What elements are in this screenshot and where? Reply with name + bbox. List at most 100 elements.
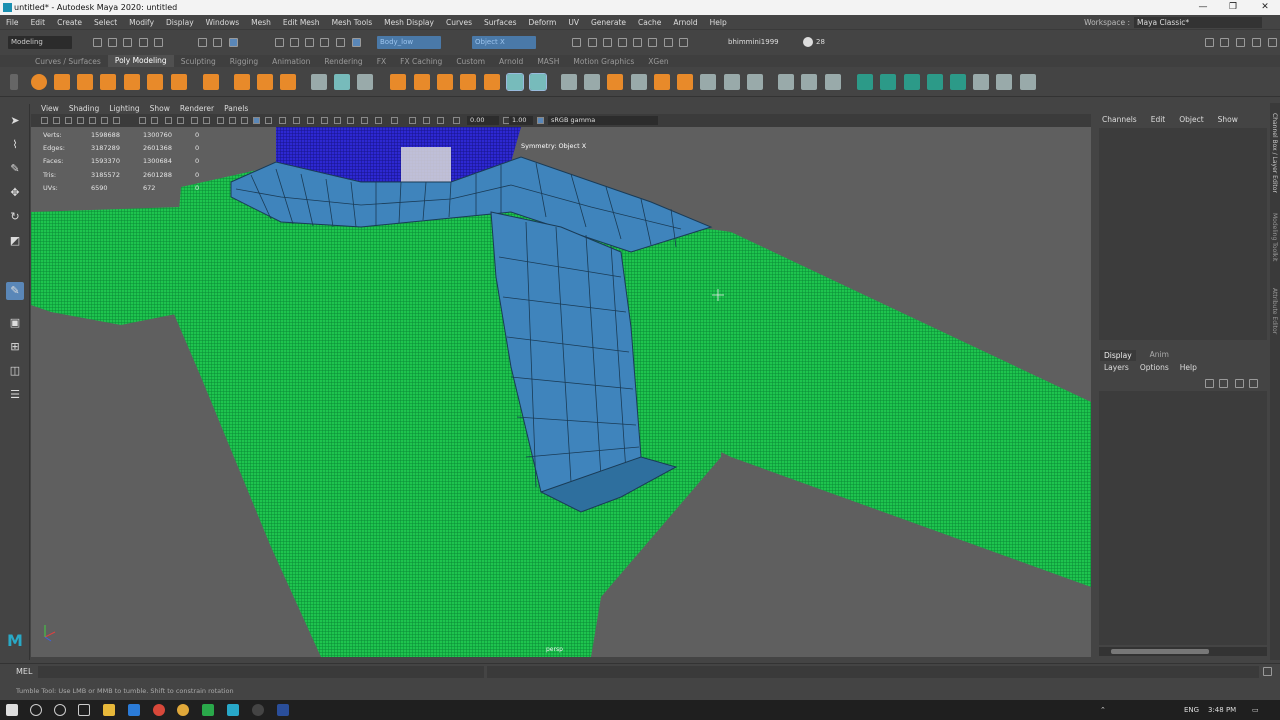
shelf-tab-fx[interactable]: FX	[370, 57, 393, 66]
symmetry-icon[interactable]	[352, 38, 361, 47]
ipr-render-icon[interactable]	[603, 38, 612, 47]
sym-uv-icon[interactable]	[1020, 74, 1036, 90]
shelf-menu-icon[interactable]	[10, 74, 18, 90]
vp-menu-view[interactable]: View	[37, 104, 63, 113]
select-component-icon[interactable]	[229, 38, 238, 47]
shelf-tab-xgen[interactable]: XGen	[641, 57, 675, 66]
menu-cache[interactable]: Cache	[632, 18, 667, 27]
vp-menu-show[interactable]: Show	[146, 104, 174, 113]
menu-arnold[interactable]: Arnold	[667, 18, 703, 27]
menu-uv[interactable]: UV	[562, 18, 585, 27]
close-button[interactable]: ✕	[1252, 0, 1278, 15]
scale-tool-icon[interactable]: ◩	[6, 232, 24, 250]
gate-mask-icon[interactable]	[165, 117, 172, 124]
combine-icon[interactable]	[311, 74, 327, 90]
command-input[interactable]	[38, 666, 484, 678]
poly-disc-icon[interactable]	[171, 74, 187, 90]
layout-four-icon[interactable]: ⊞	[6, 338, 24, 356]
separate-icon[interactable]	[334, 74, 350, 90]
photoshop-icon[interactable]	[277, 704, 289, 716]
file-explorer-icon[interactable]	[103, 704, 115, 716]
layer-menu-options[interactable]: Options	[1140, 363, 1169, 372]
motion-blur-icon[interactable]	[334, 117, 341, 124]
cb-menu-channels[interactable]: Channels	[1102, 115, 1151, 124]
menu-mesh-display[interactable]: Mesh Display	[378, 18, 440, 27]
planar-uv-icon[interactable]	[801, 74, 817, 90]
menu-modify[interactable]: Modify	[123, 18, 160, 27]
unfold-icon[interactable]	[904, 74, 920, 90]
bevel-icon[interactable]	[460, 74, 476, 90]
textured-icon[interactable]	[279, 117, 286, 124]
shelf-tab-mash[interactable]: MASH	[530, 57, 566, 66]
smooth-icon[interactable]	[357, 74, 373, 90]
safe-title-icon[interactable]	[203, 117, 210, 124]
smooth-shade-icon[interactable]	[229, 117, 236, 124]
vtab-attribute-editor[interactable]: Attribute Editor	[1271, 288, 1278, 334]
camera-attr-icon[interactable]	[53, 117, 60, 124]
hypershade-icon[interactable]	[633, 38, 642, 47]
merge-icon[interactable]	[724, 74, 740, 90]
vp-menu-renderer[interactable]: Renderer	[176, 104, 218, 113]
notification-icon[interactable]: ▭	[1252, 700, 1259, 720]
shelf-tab-rigging[interactable]: Rigging	[223, 57, 265, 66]
resolution-gate-icon[interactable]	[151, 117, 158, 124]
shelf-tab-poly-modeling[interactable]: Poly Modeling	[107, 55, 174, 67]
color-swatch-icon[interactable]	[437, 117, 444, 124]
grid-icon[interactable]	[113, 117, 120, 124]
symmetry-field[interactable]: Object X	[472, 36, 536, 49]
bridge-icon[interactable]	[437, 74, 453, 90]
vp-menu-lighting[interactable]: Lighting	[105, 104, 143, 113]
menu-display[interactable]: Display	[160, 18, 200, 27]
menuset-dropdown[interactable]: Modeling	[8, 36, 72, 49]
arnold-render-icon[interactable]	[648, 38, 657, 47]
shelf-tab-rendering[interactable]: Rendering	[317, 57, 369, 66]
layer-list[interactable]	[1099, 391, 1267, 645]
vp-menu-panels[interactable]: Panels	[220, 104, 252, 113]
layer-menu-help[interactable]: Help	[1180, 363, 1197, 372]
bookmark-icon[interactable]	[65, 117, 72, 124]
layer-menu-layers[interactable]: Layers	[1104, 363, 1129, 372]
language-indicator[interactable]: ENG	[1184, 700, 1199, 720]
menu-help[interactable]: Help	[704, 18, 733, 27]
app-icon[interactable]	[153, 704, 165, 716]
xray-icon[interactable]	[253, 117, 260, 124]
menu-file[interactable]: File	[0, 18, 25, 27]
cb-menu-edit[interactable]: Edit	[1151, 115, 1180, 124]
snap-uv-icon[interactable]	[996, 74, 1012, 90]
menu-curves[interactable]: Curves	[440, 18, 478, 27]
rotate-tool-icon[interactable]: ↻	[6, 208, 24, 226]
menu-windows[interactable]: Windows	[200, 18, 245, 27]
cut-uv-icon[interactable]	[857, 74, 873, 90]
mel-label[interactable]: MEL	[16, 667, 32, 676]
search-icon[interactable]	[30, 704, 42, 716]
select-camera-icon[interactable]	[41, 117, 48, 124]
modeling-toolkit-icon[interactable]	[1220, 38, 1229, 47]
undo-icon[interactable]	[139, 38, 148, 47]
shelf-tab-animation[interactable]: Animation	[265, 57, 317, 66]
perspective-viewport[interactable]: Verts: 1598688 1300760 0 Edges: 3187289 26013…	[31, 127, 1091, 657]
channel-box-icon[interactable]	[1268, 38, 1277, 47]
tool-settings-icon[interactable]	[1252, 38, 1261, 47]
snap-curve-icon[interactable]	[290, 38, 299, 47]
last-tool-icon[interactable]: ✎	[6, 282, 24, 300]
cb-menu-object[interactable]: Object	[1179, 115, 1217, 124]
grease-pencil-icon[interactable]	[101, 117, 108, 124]
lasso-tool-icon[interactable]: ⌇	[6, 136, 24, 154]
outliner-icon[interactable]: ☰	[6, 386, 24, 404]
superellipse-icon[interactable]	[234, 74, 250, 90]
render-settings-icon[interactable]	[618, 38, 627, 47]
reduce-icon[interactable]	[700, 74, 716, 90]
multi-cut-icon[interactable]	[506, 73, 524, 91]
fill-hole-icon[interactable]	[484, 74, 500, 90]
exposure-toggle-icon[interactable]	[453, 117, 460, 124]
render-view-icon[interactable]	[588, 38, 597, 47]
shelf-tab-fx-caching[interactable]: FX Caching	[393, 57, 449, 66]
user-account[interactable]: bhimmini1999	[728, 38, 779, 46]
exposure-icon[interactable]	[391, 117, 398, 124]
type-tool-icon[interactable]	[257, 74, 273, 90]
image-plane-icon[interactable]	[77, 117, 84, 124]
cb-menu-show[interactable]: Show	[1218, 115, 1252, 124]
new-layer-selected-icon[interactable]	[1249, 379, 1258, 388]
menu-mesh[interactable]: Mesh	[245, 18, 277, 27]
select-hierarchy-icon[interactable]	[198, 38, 207, 47]
